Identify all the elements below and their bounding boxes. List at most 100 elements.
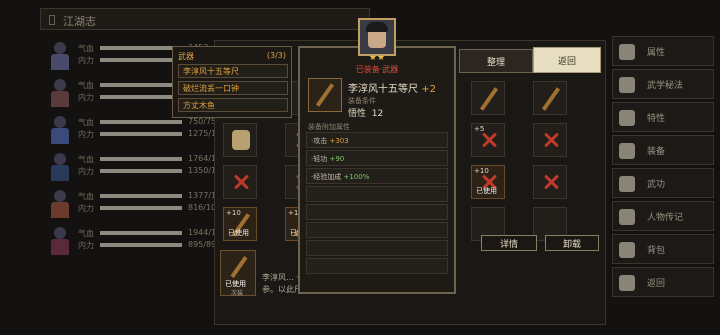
menu-label: 属性	[647, 48, 666, 58]
menu-label: 武学秘法	[647, 81, 684, 91]
attr-row: ·攻击 +303	[306, 132, 448, 148]
attr-row-empty	[306, 186, 448, 202]
party-member[interactable]: 气血 内力 1377/1395 816/1040	[42, 186, 231, 222]
inventory-slot[interactable]: +10 已使用	[471, 165, 505, 199]
mp-label: 内力	[78, 167, 94, 176]
unavailable-icon	[233, 174, 249, 190]
party-member[interactable]: 气血 内力 1944/1944 895/895	[42, 223, 231, 259]
item-name: 李淳风十五等尺 +2	[348, 84, 436, 95]
menu-icon	[619, 143, 635, 159]
attr-row-empty	[306, 222, 448, 238]
hp-bar	[100, 231, 182, 235]
enhance-badge: +10	[226, 209, 241, 217]
unavailable-icon	[543, 174, 559, 190]
menu-label: 装备	[647, 147, 666, 157]
member-avatar	[48, 116, 72, 144]
menu-label: 武功	[647, 180, 666, 190]
side-menu-item[interactable]: 装备	[612, 135, 714, 165]
attr-row-empty	[306, 204, 448, 220]
hp-bar	[100, 46, 182, 50]
member-avatar	[48, 227, 72, 255]
side-menu-item[interactable]: 返回	[612, 267, 714, 297]
staff-icon	[479, 87, 499, 111]
mp-label: 内力	[78, 93, 94, 102]
item-detail-tooltip: ★★ 已装备·武器 李淳风十五等尺 +2 装备条件 悟性 12 装备附加属性 ·…	[298, 46, 456, 294]
hp-label: 气血	[78, 81, 94, 90]
inventory-slot[interactable]	[533, 81, 567, 115]
attr-value: +303	[329, 137, 349, 145]
member-avatar	[48, 153, 72, 181]
sort-button[interactable]: 整理	[459, 49, 533, 73]
equip-status: 已装备·武器	[355, 65, 399, 74]
mp-bar	[100, 132, 182, 136]
member-head	[54, 116, 66, 128]
hp-label: 气血	[78, 118, 94, 127]
hero-avatar	[358, 18, 396, 56]
side-menu-item[interactable]: 背包	[612, 234, 714, 264]
side-menu-item[interactable]: 武功	[612, 168, 714, 198]
menu-label: 特性	[647, 114, 666, 124]
mp-label: 内力	[78, 56, 94, 65]
side-menu-item[interactable]: 武学秘法	[612, 69, 714, 99]
side-menu-item[interactable]: 属性	[612, 36, 714, 66]
header-mark-icon	[49, 15, 55, 25]
menu-icon	[619, 242, 635, 258]
attr-key: ·经验加成	[311, 173, 342, 181]
member-head	[54, 153, 66, 165]
attr-row-empty	[306, 258, 448, 274]
enhance-badge: +10	[474, 167, 489, 175]
menu-icon	[619, 209, 635, 225]
equip-slot-popup: 武器 (3/3) 李淳风十五等尺 破烂流丢一口钟 方丈木鱼	[172, 46, 292, 118]
used-label: 已使用	[476, 187, 497, 195]
party-member[interactable]: 气血 内力 1764/1764 1350/1350	[42, 149, 231, 185]
slot-item[interactable]: 李淳风十五等尺	[178, 64, 288, 78]
unload-button[interactable]: 卸载	[545, 235, 599, 251]
member-avatar	[48, 42, 72, 70]
mp-bar	[100, 206, 182, 210]
back-button[interactable]: 返回	[533, 47, 601, 73]
unavailable-icon	[543, 132, 559, 148]
attr-key: ·攻击	[311, 137, 328, 145]
member-head	[54, 79, 66, 91]
mp-label: 内力	[78, 241, 94, 250]
hp-bar	[100, 194, 182, 198]
staff-icon	[541, 87, 561, 111]
inventory-slot[interactable]: +10 已使用	[223, 207, 257, 241]
member-head	[54, 190, 66, 202]
member-avatar	[48, 79, 72, 107]
member-body	[51, 239, 69, 255]
menu-icon	[619, 44, 635, 60]
menu-label: 人物传记	[647, 213, 684, 223]
inventory-slot[interactable]	[223, 165, 257, 199]
attr-row: ·轻功 +90	[306, 150, 448, 166]
inventory-slot[interactable]	[223, 123, 257, 157]
sub-label: 次装	[231, 290, 244, 297]
attr-key: ·轻功	[311, 155, 328, 163]
attr-row-empty	[306, 240, 448, 256]
menu-icon	[619, 110, 635, 126]
detail-button[interactable]: 详情	[481, 235, 537, 251]
hp-bar	[100, 83, 182, 87]
mp-bar	[100, 58, 182, 62]
side-menu-item[interactable]: 人物传记	[612, 201, 714, 231]
inventory-slot[interactable]: +5	[471, 123, 505, 157]
attr-header: 装备附加属性	[308, 123, 350, 131]
inventory-slot[interactable]	[471, 81, 505, 115]
member-head	[54, 227, 66, 239]
gauntlet-icon	[232, 130, 250, 150]
member-body	[51, 128, 69, 144]
menu-label: 背包	[647, 246, 666, 256]
side-menu-item[interactable]: 特性	[612, 102, 714, 132]
menu-label: 返回	[647, 279, 666, 289]
hp-label: 气血	[78, 44, 94, 53]
hp-bar	[100, 157, 182, 161]
inventory-slot[interactable]	[533, 123, 567, 157]
slot-header: 武器	[178, 52, 194, 61]
slot-item[interactable]: 方丈木鱼	[178, 98, 288, 112]
inventory-slot[interactable]	[533, 165, 567, 199]
slot-item[interactable]: 破烂流丢一口钟	[178, 81, 288, 95]
member-head	[54, 42, 66, 54]
ruler-icon	[230, 256, 248, 278]
attr-value: +90	[329, 155, 345, 163]
selected-item-icon[interactable]: 已使用 次装	[220, 250, 256, 297]
